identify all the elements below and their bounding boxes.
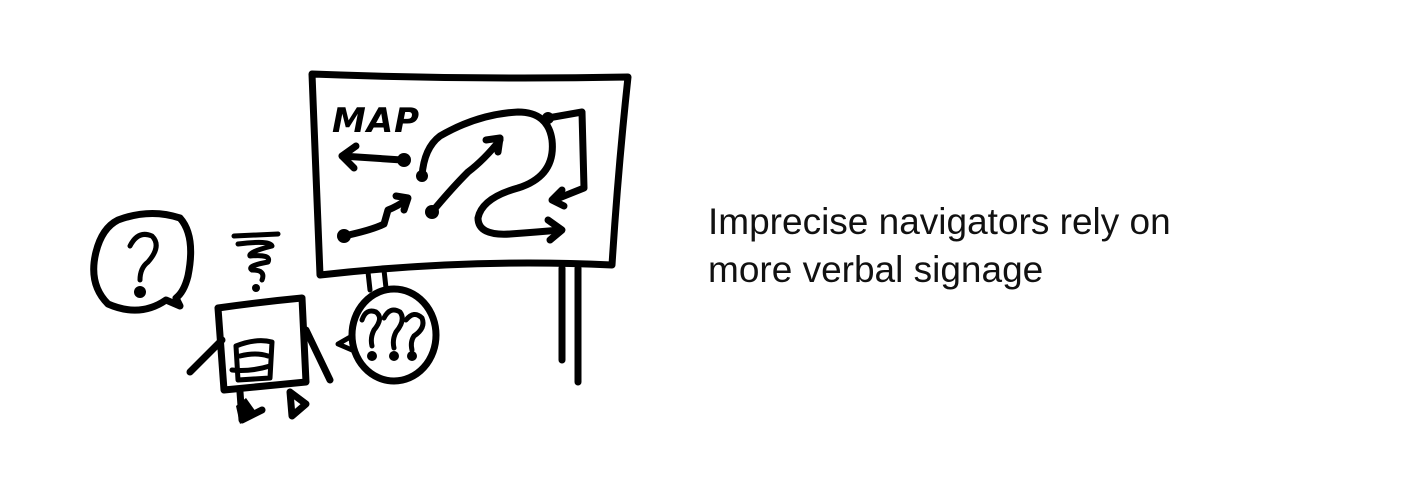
hanging-question-sign — [335, 267, 440, 385]
map-label: MAP — [332, 101, 420, 141]
caption-line-1: Imprecise navigators rely on — [708, 201, 1171, 242]
confused-person-figure — [186, 294, 334, 424]
caption-line-2: more verbal signage — [708, 249, 1044, 290]
caption-text: Imprecise navigators rely on more verbal… — [708, 198, 1328, 294]
speech-bubble-question-icon — [90, 209, 195, 314]
confusion-squiggle-icon — [231, 231, 281, 292]
map-signboard-illustration: MAP — [90, 70, 632, 424]
